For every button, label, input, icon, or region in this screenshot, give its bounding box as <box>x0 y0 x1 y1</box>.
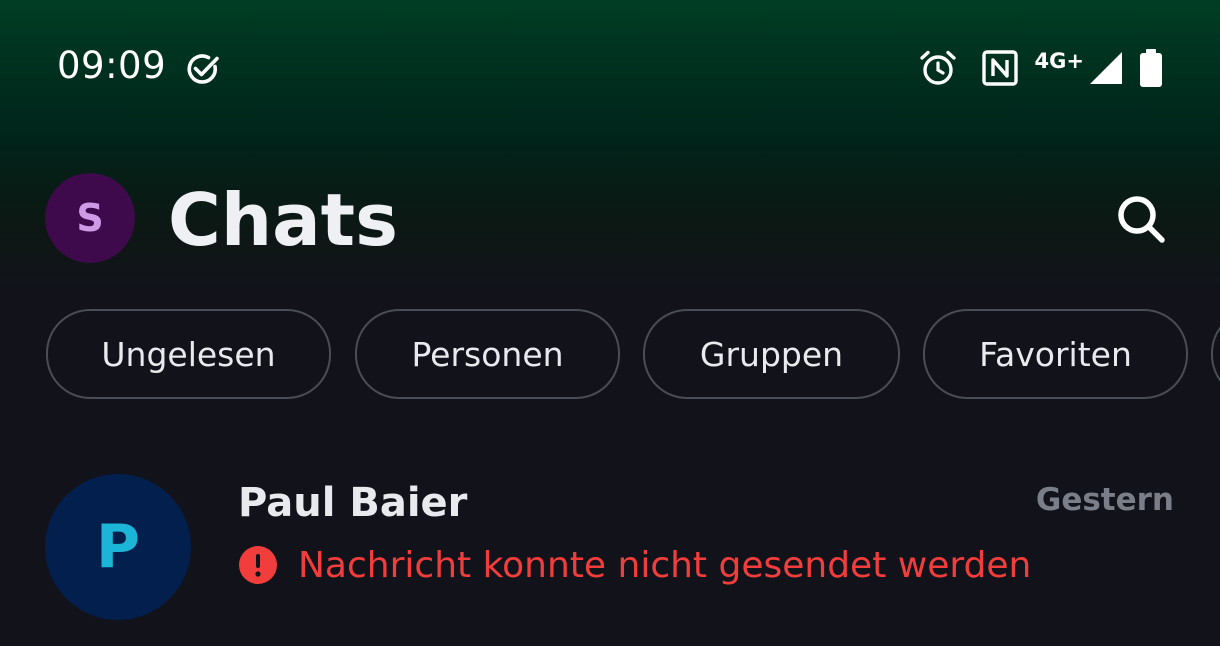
filter-chip-favoriten[interactable]: Favoriten <box>923 309 1188 399</box>
chats-screen: 09:09 4G+ S Chats Ungelesen Personen Gru… <box>0 0 1220 646</box>
search-icon <box>1118 196 1165 243</box>
filter-chip-label: Personen <box>411 334 564 374</box>
filter-chip-personen[interactable]: Personen <box>355 309 620 399</box>
avatar: P <box>45 474 191 620</box>
search-button[interactable] <box>1108 186 1174 252</box>
battery-icon <box>1140 49 1162 87</box>
filter-chip-label: Gruppen <box>699 334 844 374</box>
network-type-label: 4G+ <box>1034 49 1084 73</box>
error-icon <box>239 546 277 584</box>
chat-preview: Nachricht konnte nicht gesendet werden <box>238 542 1031 588</box>
status-icons: 4G+ <box>919 44 1164 92</box>
page-title: Chats <box>168 178 398 262</box>
filter-chip-gruppen[interactable]: Gruppen <box>643 309 900 399</box>
filter-chip-label: Favoriten <box>979 334 1132 374</box>
check-circle-icon <box>187 54 219 84</box>
profile-avatar[interactable]: S <box>45 173 135 263</box>
filter-chip-ungelesen[interactable]: Ungelesen <box>46 309 331 399</box>
filter-chip-more[interactable] <box>1211 309 1220 399</box>
status-time: 09:09 <box>57 44 167 87</box>
filter-chip-label: Ungelesen <box>101 334 276 374</box>
chat-timestamp: Gestern <box>1035 482 1174 518</box>
alarm-icon <box>919 50 956 85</box>
signal-icon <box>1090 52 1122 84</box>
nfc-icon <box>981 50 1018 86</box>
chat-name: Paul Baier <box>238 480 468 526</box>
chat-preview-text: Nachricht konnte nicht gesendet werden <box>298 544 1032 586</box>
